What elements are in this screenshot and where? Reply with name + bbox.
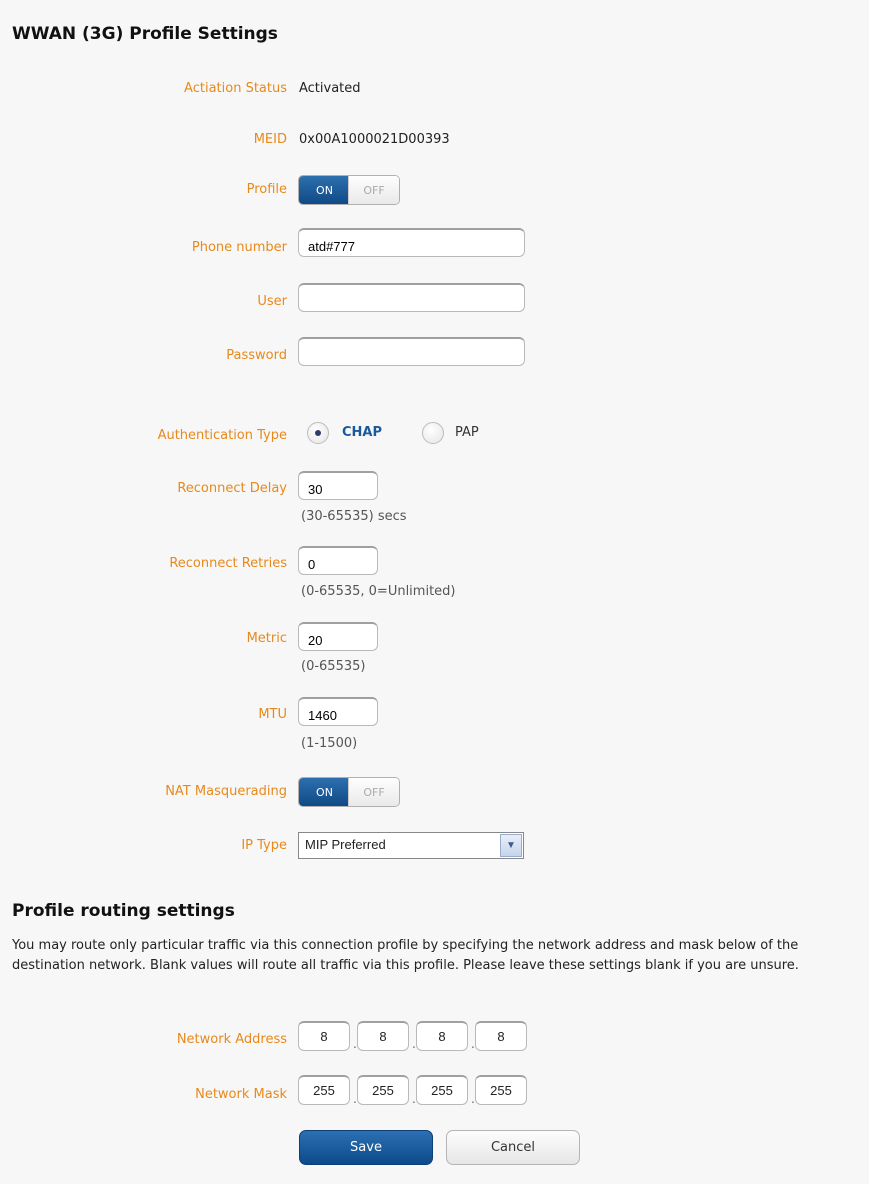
reconnect-delay-hint: (30-65535) secs [301, 509, 407, 524]
auth-type-label: Authentication Type [157, 428, 287, 443]
chap-radio-label[interactable]: CHAP [342, 425, 382, 440]
cancel-button[interactable]: Cancel [446, 1130, 580, 1165]
password-input[interactable] [298, 337, 525, 366]
routing-section-title: Profile routing settings [12, 901, 235, 921]
profile-toggle-off[interactable]: OFF [348, 176, 399, 204]
profile-toggle[interactable]: ON OFF [298, 175, 400, 205]
mtu-input[interactable] [298, 697, 378, 726]
phone-number-input[interactable] [298, 228, 525, 257]
page-title: WWAN (3G) Profile Settings [12, 24, 278, 44]
metric-label: Metric [246, 631, 287, 646]
network-address-octet-3[interactable]: 8 [416, 1021, 468, 1051]
metric-hint: (0-65535) [301, 659, 366, 674]
mtu-label: MTU [258, 707, 287, 722]
ip-type-select[interactable]: MIP Preferred ▼ [298, 832, 524, 859]
profile-label: Profile [246, 182, 287, 197]
network-address-label: Network Address [176, 1032, 287, 1047]
user-input[interactable] [298, 283, 525, 312]
meid-label: MEID [253, 132, 287, 147]
reconnect-retries-label: Reconnect Retries [169, 556, 287, 571]
network-mask-octet-1[interactable]: 255 [298, 1075, 350, 1105]
reconnect-delay-input[interactable] [298, 471, 378, 500]
ip-type-label: IP Type [241, 838, 287, 853]
network-address-octet-2[interactable]: 8 [357, 1021, 409, 1051]
reconnect-delay-label: Reconnect Delay [177, 481, 287, 496]
chap-radio[interactable] [307, 422, 329, 444]
network-mask-octet-4[interactable]: 255 [475, 1075, 527, 1105]
password-label: Password [226, 348, 287, 363]
save-button[interactable]: Save [299, 1130, 433, 1165]
metric-input[interactable] [298, 622, 378, 651]
network-mask-label: Network Mask [195, 1087, 287, 1102]
network-address-octet-4[interactable]: 8 [475, 1021, 527, 1051]
nat-toggle[interactable]: ON OFF [298, 777, 400, 807]
mtu-hint: (1-1500) [301, 736, 358, 751]
nat-toggle-on[interactable]: ON [299, 778, 350, 806]
reconnect-retries-input[interactable] [298, 546, 378, 575]
network-address-octet-1[interactable]: 8 [298, 1021, 350, 1051]
activation-status-value: Activated [299, 81, 361, 96]
phone-number-label: Phone number [191, 240, 287, 255]
reconnect-retries-hint: (0-65535, 0=Unlimited) [301, 584, 456, 599]
activation-status-label: Actiation Status [184, 81, 287, 96]
network-mask-octet-3[interactable]: 255 [416, 1075, 468, 1105]
user-label: User [257, 294, 287, 309]
profile-toggle-on[interactable]: ON [299, 176, 350, 204]
ip-type-value: MIP Preferred [305, 837, 386, 852]
meid-value: 0x00A1000021D00393 [299, 132, 450, 147]
pap-radio[interactable] [422, 422, 444, 444]
nat-toggle-off[interactable]: OFF [348, 778, 399, 806]
network-mask-octet-2[interactable]: 255 [357, 1075, 409, 1105]
routing-description: You may route only particular traffic vi… [12, 938, 799, 973]
chevron-down-icon[interactable]: ▼ [500, 834, 522, 857]
nat-label: NAT Masquerading [165, 784, 287, 799]
pap-radio-label[interactable]: PAP [455, 425, 479, 440]
